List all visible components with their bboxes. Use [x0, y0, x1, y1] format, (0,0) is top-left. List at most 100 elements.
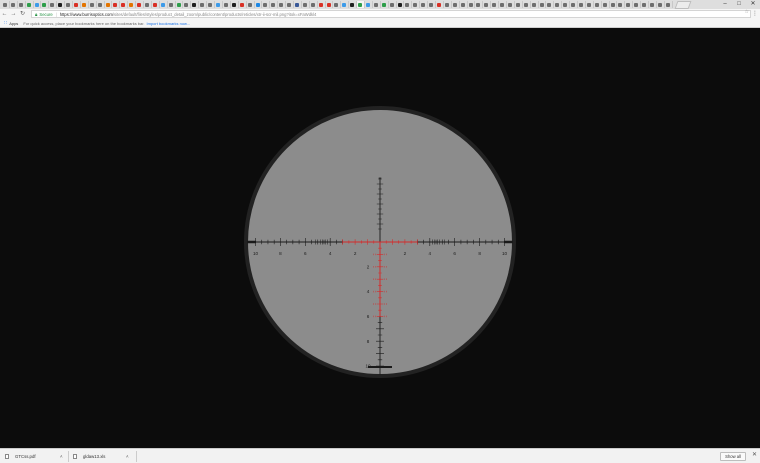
download-item[interactable]: GTCss.pdf ˄: [0, 450, 68, 463]
browser-tab[interactable]: [191, 1, 200, 8]
browser-tab[interactable]: [657, 1, 665, 8]
browser-tab[interactable]: [199, 1, 208, 8]
browser-tab[interactable]: [215, 1, 223, 8]
browser-tab[interactable]: [641, 1, 650, 8]
browser-tab[interactable]: [412, 1, 421, 8]
browser-tab[interactable]: [531, 1, 539, 8]
browser-tab[interactable]: [160, 1, 168, 8]
browser-tab[interactable]: [231, 1, 239, 8]
import-bookmarks-link[interactable]: Import bookmarks now...: [146, 21, 190, 26]
browser-tab[interactable]: [420, 1, 429, 8]
browser-tab[interactable]: [136, 1, 145, 8]
browser-tab[interactable]: [49, 1, 58, 8]
browser-tab[interactable]: [404, 1, 413, 8]
browser-tab[interactable]: [341, 1, 350, 8]
browser-tab[interactable]: [515, 1, 523, 8]
browser-tab[interactable]: [625, 1, 634, 8]
browser-tab[interactable]: [397, 1, 405, 8]
browser-tab[interactable]: [523, 1, 531, 8]
browser-tab[interactable]: [270, 1, 279, 8]
browser-tab[interactable]: [610, 1, 618, 8]
browser-tab[interactable]: [65, 1, 74, 8]
browser-tab[interactable]: [452, 1, 460, 8]
minimize-button[interactable]: –: [718, 0, 732, 9]
browser-tab[interactable]: [294, 1, 302, 8]
browser-tab[interactable]: [633, 1, 642, 8]
browser-tab[interactable]: [570, 1, 579, 8]
browser-tab[interactable]: [239, 1, 247, 8]
browser-tab[interactable]: [499, 1, 507, 8]
reload-button[interactable]: ↻: [18, 9, 27, 19]
browser-tab[interactable]: [2, 1, 10, 8]
menu-icon[interactable]: ⋮: [752, 9, 758, 19]
close-download-shelf-icon[interactable]: ✕: [752, 451, 757, 460]
browser-tab[interactable]: [34, 1, 42, 8]
browser-tab[interactable]: [436, 1, 444, 8]
chevron-up-icon[interactable]: ˄: [126, 454, 129, 459]
browser-tab[interactable]: [105, 1, 113, 8]
browser-tab[interactable]: [41, 1, 50, 8]
browser-tab[interactable]: [365, 1, 373, 8]
browser-tab[interactable]: [255, 1, 263, 8]
browser-tab[interactable]: [112, 1, 121, 8]
browser-tab[interactable]: [247, 1, 255, 8]
browser-tab[interactable]: [586, 1, 594, 8]
show-all-downloads-button[interactable]: Show all: [720, 452, 746, 461]
browser-tab[interactable]: [578, 1, 586, 8]
browser-tab[interactable]: [475, 1, 484, 8]
browser-tab[interactable]: [286, 1, 294, 8]
browser-tab[interactable]: [278, 1, 287, 8]
browser-tab[interactable]: [507, 1, 515, 8]
browser-tab[interactable]: [428, 1, 436, 8]
browser-tab[interactable]: [223, 1, 231, 8]
browser-tab[interactable]: [594, 1, 602, 8]
browser-tab[interactable]: [602, 1, 610, 8]
browser-tab[interactable]: [389, 1, 397, 8]
browser-tab[interactable]: [554, 1, 563, 8]
browser-tab[interactable]: [562, 1, 571, 8]
new-tab-button[interactable]: [674, 0, 692, 9]
browser-tab[interactable]: [349, 1, 358, 8]
apps-grid-icon[interactable]: ∷: [4, 20, 7, 26]
browser-tab[interactable]: [333, 1, 342, 8]
browser-tab[interactable]: [207, 1, 216, 8]
browser-tab[interactable]: [18, 1, 26, 8]
forward-button[interactable]: →: [9, 9, 18, 19]
browser-tab[interactable]: [144, 1, 152, 8]
browser-tab[interactable]: [73, 1, 81, 8]
browser-tab[interactable]: [168, 1, 176, 8]
download-item[interactable]: gldaw13.xls ˄: [68, 450, 136, 463]
browser-tab[interactable]: [649, 1, 657, 8]
browser-tab[interactable]: [176, 1, 184, 8]
browser-tab[interactable]: [152, 1, 160, 8]
chevron-up-icon[interactable]: ˄: [60, 454, 63, 459]
close-window-button[interactable]: ✕: [746, 0, 760, 9]
apps-link[interactable]: Apps: [9, 21, 18, 26]
browser-tab[interactable]: [97, 1, 105, 8]
browser-tab[interactable]: [89, 1, 97, 8]
browser-tab[interactable]: [665, 1, 673, 8]
browser-tab[interactable]: [483, 1, 492, 8]
back-button[interactable]: ←: [0, 9, 9, 19]
browser-tab[interactable]: [444, 1, 452, 8]
browser-tab[interactable]: [381, 1, 389, 8]
browser-tab[interactable]: [262, 1, 271, 8]
browser-tab[interactable]: [120, 1, 129, 8]
browser-tab[interactable]: [539, 1, 547, 8]
browser-tab[interactable]: [373, 1, 381, 8]
browser-tab[interactable]: [326, 1, 334, 8]
browser-tab[interactable]: [128, 1, 137, 8]
browser-tab[interactable]: [26, 1, 34, 8]
maximize-button[interactable]: □: [732, 0, 746, 9]
browser-tab[interactable]: [310, 1, 318, 8]
browser-tab[interactable]: [491, 1, 500, 8]
browser-tab[interactable]: [10, 1, 18, 8]
browser-tab[interactable]: [617, 1, 626, 8]
bookmark-star-icon[interactable]: ☆: [745, 9, 749, 16]
browser-tab[interactable]: [302, 1, 310, 8]
browser-tab[interactable]: [460, 1, 468, 8]
browser-tab[interactable]: [468, 1, 476, 8]
browser-tab[interactable]: [546, 1, 555, 8]
browser-tab[interactable]: [57, 1, 66, 8]
browser-tab[interactable]: [183, 1, 192, 8]
